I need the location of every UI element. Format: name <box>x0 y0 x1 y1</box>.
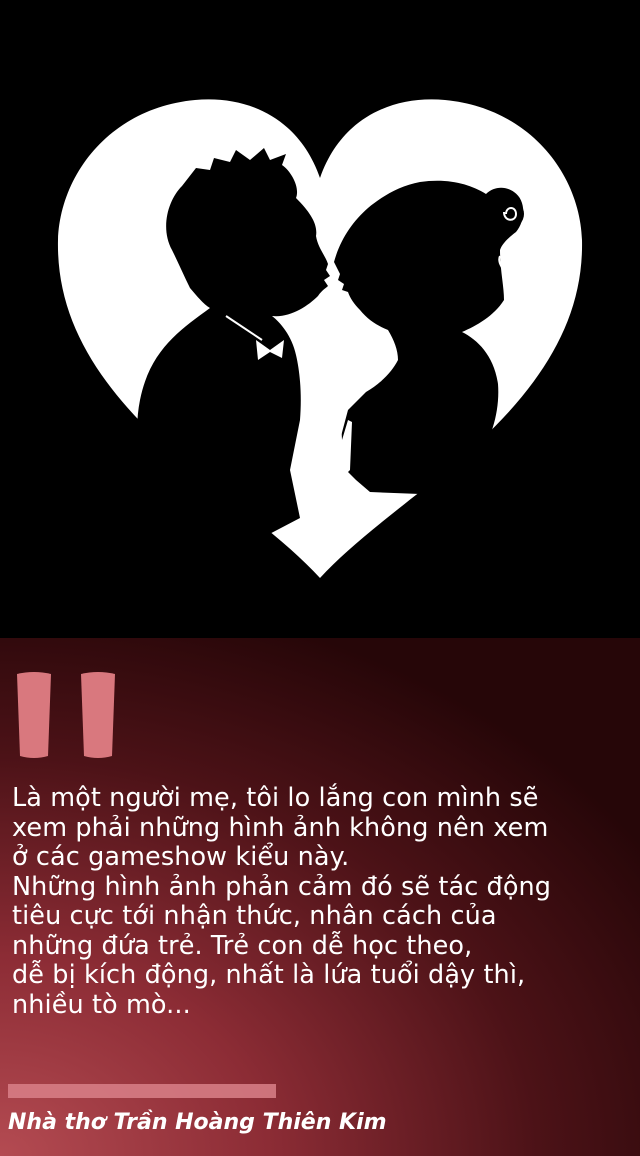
quote-panel: Là một người mẹ, tôi lo lắng con mình sẽ… <box>0 638 640 1156</box>
hair-bun <box>496 200 524 228</box>
quote-line: tiêu cực tới nhận thức, nhân cách của <box>12 901 497 931</box>
kissing-couple-heart-silhouette <box>0 0 640 638</box>
quote-line: dễ bị kích động, nhất là lứa tuổi dậy th… <box>12 960 526 990</box>
divider-bar <box>8 1084 276 1098</box>
hero-illustration <box>0 0 640 638</box>
quote-line: Là một người mẹ, tôi lo lắng con mình sẽ <box>12 783 539 813</box>
quote-line: xem phải những hình ảnh không nên xem <box>12 812 549 843</box>
quote-text: Là một người mẹ, tôi lo lắng con mình sẽ… <box>12 783 632 1020</box>
quote-author: Nhà thơ Trần Hoàng Thiên Kim <box>8 1110 387 1135</box>
quote-line: những đứa trẻ. Trẻ con dễ học theo, <box>12 930 473 961</box>
quotation-mark-icon <box>17 672 115 758</box>
article-graphic: Là một người mẹ, tôi lo lắng con mình sẽ… <box>0 0 640 1156</box>
quote-line: Những hình ảnh phản cảm đó sẽ tác động <box>12 871 552 902</box>
quote-line: ở các gameshow kiểu này. <box>12 842 350 872</box>
quote-line: nhiều tò mò... <box>12 989 191 1020</box>
